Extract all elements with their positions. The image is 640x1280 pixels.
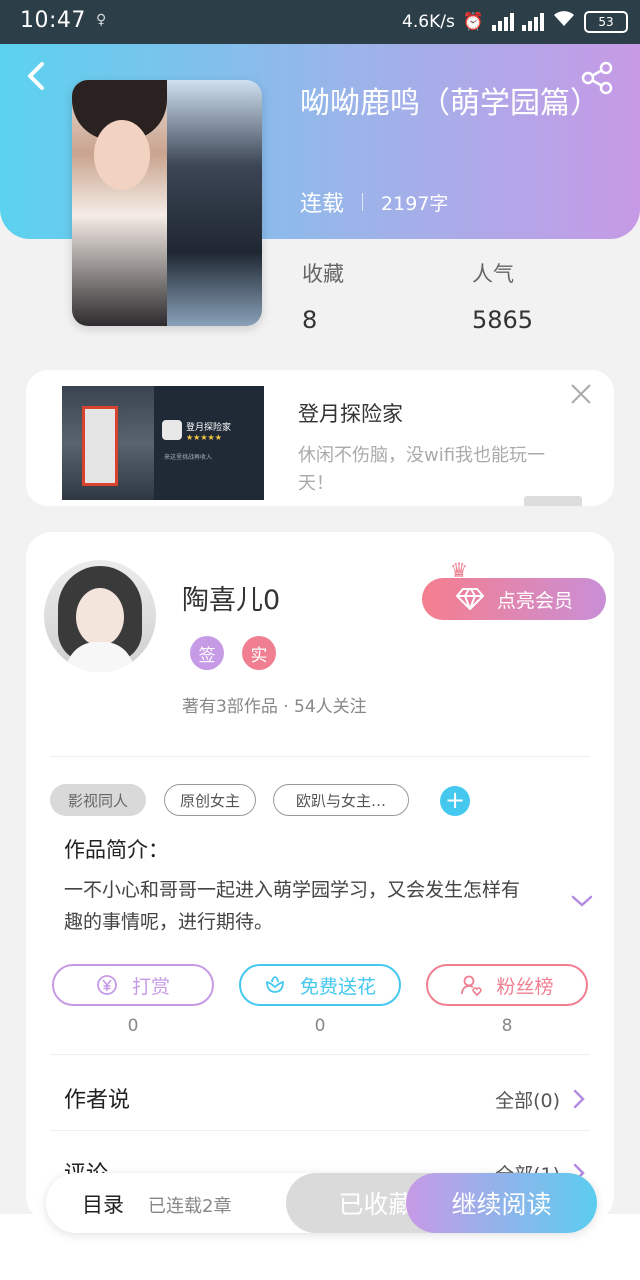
- stat-label: 人气: [472, 262, 514, 286]
- author-name[interactable]: 陶喜儿0: [182, 578, 280, 617]
- separator: [362, 193, 364, 211]
- divider: [50, 1054, 590, 1055]
- stat-favorites: 收藏 8: [302, 258, 344, 334]
- add-tag-button[interactable]: +: [440, 786, 470, 816]
- ad-close-button[interactable]: [566, 382, 596, 412]
- ad-image: 登月探险家 ★★★★★ 来这里挑战再收入: [62, 386, 264, 500]
- cover-image-left: [72, 80, 167, 326]
- author-says-title: 作者说: [64, 1088, 131, 1113]
- divider: [50, 756, 590, 757]
- expand-intro-button[interactable]: [570, 892, 594, 910]
- ad-image-app-name: 登月探险家: [186, 423, 232, 433]
- author-meta: 著有3部作品 · 54人关注: [182, 697, 367, 717]
- ad-tower: [82, 406, 118, 486]
- back-button[interactable]: [22, 58, 52, 98]
- notification-icon: ♀: [96, 12, 107, 28]
- ad-image-subtitle: 来这里挑战再收入: [164, 454, 213, 461]
- fan-ranking-button[interactable]: 粉丝榜: [426, 964, 588, 1006]
- author-avatar[interactable]: [44, 560, 156, 672]
- ad-image-left: [62, 386, 154, 500]
- book-title: 呦呦鹿鸣（萌学园篇）: [300, 86, 600, 121]
- ad-image-right: 登月探险家 ★★★★★ 来这里挑战再收入: [154, 386, 264, 500]
- book-status-row: 连载 2197字: [300, 186, 448, 218]
- tag-item[interactable]: 欧趴与女主…: [273, 784, 409, 816]
- chapter-count: 已连载2章: [148, 1196, 232, 1217]
- ad-description: 休闲不伤脑，没wifi我也能玩一天！: [298, 445, 546, 494]
- tip-label: 打赏: [131, 975, 170, 998]
- user-heart-icon: [461, 975, 483, 996]
- tag-item[interactable]: 影视同人: [50, 784, 146, 816]
- serial-status: 连载: [300, 192, 345, 217]
- diamond-icon: [455, 588, 484, 610]
- badge-signed: 签: [190, 636, 224, 670]
- app-icon: [162, 420, 182, 440]
- continue-reading-button[interactable]: 继续阅读: [406, 1173, 597, 1233]
- status-right: 4.6K/s ⏰ 53: [402, 10, 628, 33]
- send-flower-label: 免费送花: [299, 975, 376, 998]
- intro-text: 一不小心和哥哥一起进入萌学园学习，又会发生怎样有趣的事情呢，进行期待。: [64, 879, 521, 933]
- badge-verified: 实: [242, 636, 276, 670]
- signal-icon: [492, 12, 514, 31]
- chevron-left-icon: [28, 62, 44, 90]
- tip-button[interactable]: 打赏: [52, 964, 214, 1006]
- fan-count: 8: [501, 1016, 513, 1036]
- yen-coin-icon: [97, 975, 117, 995]
- net-speed: 4.6K/s: [402, 11, 455, 32]
- stat-label: 收藏: [302, 262, 344, 286]
- chevron-down-icon: [571, 895, 593, 907]
- intro-title: 作品简介：: [64, 838, 169, 862]
- stat-value: 5865: [472, 306, 534, 334]
- fan-ranking-label: 粉丝榜: [496, 975, 554, 998]
- vip-label: 点亮会员: [496, 589, 573, 612]
- tag-item[interactable]: 原创女主: [164, 784, 256, 816]
- catalog-button[interactable]: 目录: [82, 1189, 124, 1219]
- ad-indicator: [524, 496, 582, 506]
- detail-card: 陶喜儿0 签 实 著有3部作品 · 54人关注 ♛ 点亮会员 影视同人 原创女主…: [26, 532, 614, 1222]
- divider: [50, 1130, 590, 1131]
- vip-button[interactable]: 点亮会员: [422, 578, 606, 620]
- cover-image-right: [167, 80, 262, 326]
- author-says-all: 全部(0): [495, 1090, 560, 1112]
- ad-card[interactable]: 登月探险家 ★★★★★ 来这里挑战再收入 登月探险家 休闲不伤脑，没wifi我也…: [26, 370, 614, 506]
- author-says-row[interactable]: 作者说 全部(0): [64, 1082, 586, 1122]
- status-time: 10:47: [20, 8, 86, 33]
- ad-image-stars: ★★★★★: [186, 433, 222, 442]
- send-flower-button[interactable]: 免费送花: [239, 964, 401, 1006]
- signal-icon-2: [522, 12, 544, 31]
- chevron-right-icon: [573, 1089, 585, 1109]
- flower-icon: [266, 976, 284, 993]
- alarm-icon: ⏰: [462, 11, 484, 32]
- tip-count: 0: [127, 1016, 139, 1036]
- close-icon: [571, 384, 591, 404]
- battery-icon: 53: [584, 10, 628, 33]
- wifi-icon: [552, 10, 576, 33]
- word-count: 2197字: [381, 192, 449, 215]
- book-cover[interactable]: [72, 80, 262, 326]
- status-bar: 10:47 ♀ 4.6K/s ⏰ 53: [0, 0, 640, 44]
- stat-value: 8: [302, 306, 318, 334]
- stat-popularity: 人气 5865: [472, 258, 533, 334]
- ad-title: 登月探险家: [298, 402, 403, 426]
- flower-count: 0: [314, 1016, 326, 1036]
- bottom-action-bar: 目录 已连载2章 已收藏 继续阅读: [46, 1173, 597, 1233]
